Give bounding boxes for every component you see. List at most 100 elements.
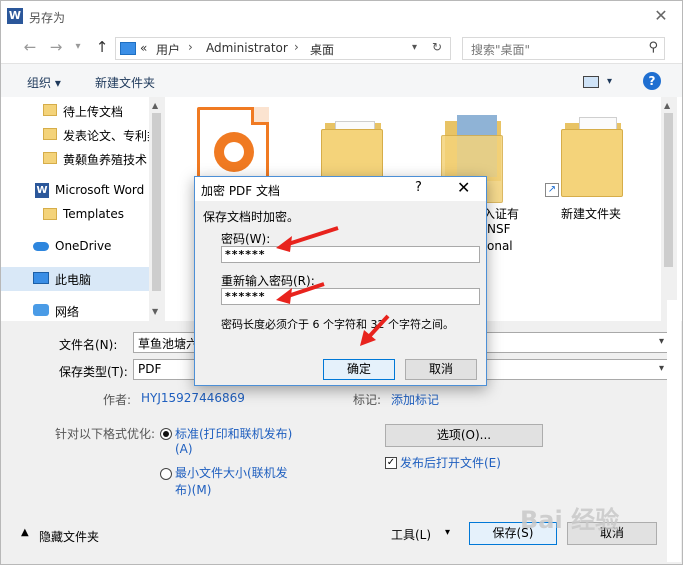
shortcut-arrow-icon: ↗ [545, 183, 559, 197]
computer-icon [120, 42, 136, 55]
toolbar: 组织 ▾ 新建文件夹 ▾ ? [1, 63, 682, 97]
sidebar-item-label: 发表论文、专利类 [63, 129, 149, 143]
sidebar-item-this-pc[interactable]: 此电脑 [1, 267, 149, 291]
tools-menu[interactable]: 工具(L) [391, 526, 431, 543]
file-list-scrollbar[interactable]: ▲ [661, 97, 677, 321]
collapse-arrow-icon[interactable]: ▲ [21, 527, 29, 538]
address-dropdown-icon[interactable]: ▾ [412, 42, 417, 53]
filetype-value: PDF [138, 362, 162, 376]
folder-icon [43, 208, 57, 220]
standard-option-label-line2[interactable]: (A) [175, 442, 193, 456]
folder-icon [43, 104, 57, 116]
cloud-icon [33, 242, 49, 251]
open-after-publish-label[interactable]: 发布后打开文件(E) [400, 454, 501, 471]
radio-standard[interactable] [160, 428, 172, 440]
breadcrumb-users[interactable]: 用户 [156, 41, 180, 58]
author-value[interactable]: HYJ15927446869 [141, 391, 245, 405]
search-input[interactable]: 搜索"桌面" ⚲ [462, 37, 665, 60]
encrypt-pdf-dialog: 加密 PDF 文档 ? ✕ 保存文档时加密。 密码(W): ****** 重新输… [194, 176, 487, 386]
watermark: Bai 经验 [520, 506, 620, 534]
breadcrumb-administrator[interactable]: Administrator [206, 41, 288, 55]
organize-button[interactable]: 组织 ▾ [27, 74, 61, 91]
chevron-down-icon[interactable]: ▾ [445, 527, 450, 538]
help-icon[interactable]: ? [415, 180, 422, 195]
chevron-down-icon[interactable]: ▾ [659, 363, 664, 374]
scroll-up-icon[interactable]: ▲ [664, 101, 670, 110]
sidebar-item-label: 待上传文档 [63, 105, 124, 119]
password-input[interactable]: ****** [221, 246, 480, 263]
help-icon[interactable]: ? [643, 72, 661, 90]
password-value: ****** [225, 248, 266, 261]
view-dropdown-icon[interactable]: ▾ [607, 76, 612, 87]
add-tags-link[interactable]: 添加标记 [391, 391, 439, 408]
file-name-partial-label: NSF [487, 222, 511, 236]
options-button[interactable]: 选项(O)... [385, 424, 543, 447]
refresh-icon[interactable]: ↻ [432, 40, 442, 54]
word-icon: W [35, 183, 49, 198]
ok-button[interactable]: 确定 [323, 359, 395, 380]
view-options-icon[interactable] [583, 76, 599, 88]
navigation-pane: 待上传文档 发表论文、专利类 黄颡鱼养殖技术 W Microsoft Word … [1, 97, 165, 321]
password-label: 密码(W): [221, 232, 271, 246]
network-icon [33, 304, 49, 316]
address-bar[interactable]: « 用户 › Administrator › 桌面 ▾ ↻ [115, 37, 451, 60]
minimum-size-option-label-line2[interactable]: 布)(M) [175, 481, 211, 498]
navigation-bar: ← → ▾ ↑ « 用户 › Administrator › 桌面 ▾ ↻ 搜索… [1, 33, 682, 63]
scroll-down-icon[interactable]: ▼ [152, 307, 158, 316]
sidebar-item-label: Templates [63, 207, 125, 221]
open-after-publish-checkbox[interactable]: ✓ [385, 457, 397, 469]
dialog-title: 加密 PDF 文档 [201, 184, 281, 198]
folder-icon [43, 128, 57, 140]
breadcrumb-separator-icon[interactable]: › [294, 40, 299, 54]
annotation-arrow-icon [360, 314, 390, 346]
sidebar-item-catfish[interactable]: 黄颡鱼养殖技术 [1, 147, 149, 171]
minimum-size-option-label[interactable]: 最小文件大小(联机发 [175, 464, 288, 481]
close-icon[interactable]: ✕ [457, 178, 470, 197]
sidebar-item-label: 网络 [55, 305, 80, 319]
sidebar-item-label: 此电脑 [55, 273, 92, 287]
forward-arrow-icon[interactable]: → [47, 38, 65, 56]
sidebar-item-microsoft-word[interactable]: W Microsoft Word [1, 179, 149, 203]
search-placeholder: 搜索"桌面" [471, 43, 531, 57]
password-length-hint: 密码长度必须介于 6 个字符和 32 个字符之间。 [221, 318, 454, 331]
reenter-password-value: ****** [225, 290, 266, 303]
hide-folders-button[interactable]: 隐藏文件夹 [39, 528, 99, 545]
sidebar-item-papers[interactable]: 发表论文、专利类 [1, 123, 149, 147]
file-name-label: 入证有 [483, 207, 520, 221]
new-folder-button[interactable]: 新建文件夹 [95, 74, 155, 91]
scroll-up-icon[interactable]: ▲ [152, 101, 158, 110]
sidebar-item-network[interactable]: 网络 [1, 299, 149, 323]
breadcrumb-separator-icon[interactable]: › [188, 40, 193, 54]
recent-locations-chevron-icon[interactable]: ▾ [69, 38, 87, 56]
search-icon[interactable]: ⚲ [648, 40, 658, 55]
chevron-down-icon[interactable]: ▾ [659, 336, 664, 347]
radio-minimum-size[interactable] [160, 468, 172, 480]
background-document-edge [667, 300, 681, 562]
sidebar-item-label: OneDrive [55, 239, 112, 253]
annotation-arrow-icon [276, 282, 325, 304]
filename-label: 文件名(N): [59, 338, 118, 352]
file-name-label: 新建文件夹 [561, 207, 622, 221]
sidebar-item-pending-docs[interactable]: 待上传文档 [1, 99, 149, 123]
scrollbar-thumb[interactable] [664, 113, 673, 267]
close-icon[interactable]: ✕ [649, 5, 673, 27]
scrollbar-thumb[interactable] [152, 113, 161, 291]
back-arrow-icon[interactable]: ← [21, 38, 39, 56]
reenter-password-input[interactable]: ****** [221, 288, 480, 305]
annotation-arrow-icon [276, 226, 339, 252]
standard-option-label[interactable]: 标准(打印和联机发布) [175, 425, 292, 442]
sidebar-scrollbar[interactable]: ▲ ▼ [149, 97, 165, 321]
dialog-intro: 保存文档时加密。 [203, 210, 300, 224]
folder-icon[interactable] [561, 117, 631, 197]
folder-icon [43, 152, 57, 164]
up-arrow-icon[interactable]: ↑ [93, 38, 111, 56]
sidebar-item-templates[interactable]: Templates [1, 203, 149, 227]
path-prefix[interactable]: « [140, 41, 147, 55]
sidebar-item-label: Microsoft Word [55, 183, 145, 197]
pc-icon [33, 272, 49, 284]
optimize-label: 针对以下格式优化: [55, 427, 156, 441]
window-title: 另存为 [29, 11, 66, 25]
breadcrumb-desktop[interactable]: 桌面 [310, 41, 334, 58]
dialog-cancel-button[interactable]: 取消 [405, 359, 477, 380]
sidebar-item-onedrive[interactable]: OneDrive [1, 235, 149, 259]
